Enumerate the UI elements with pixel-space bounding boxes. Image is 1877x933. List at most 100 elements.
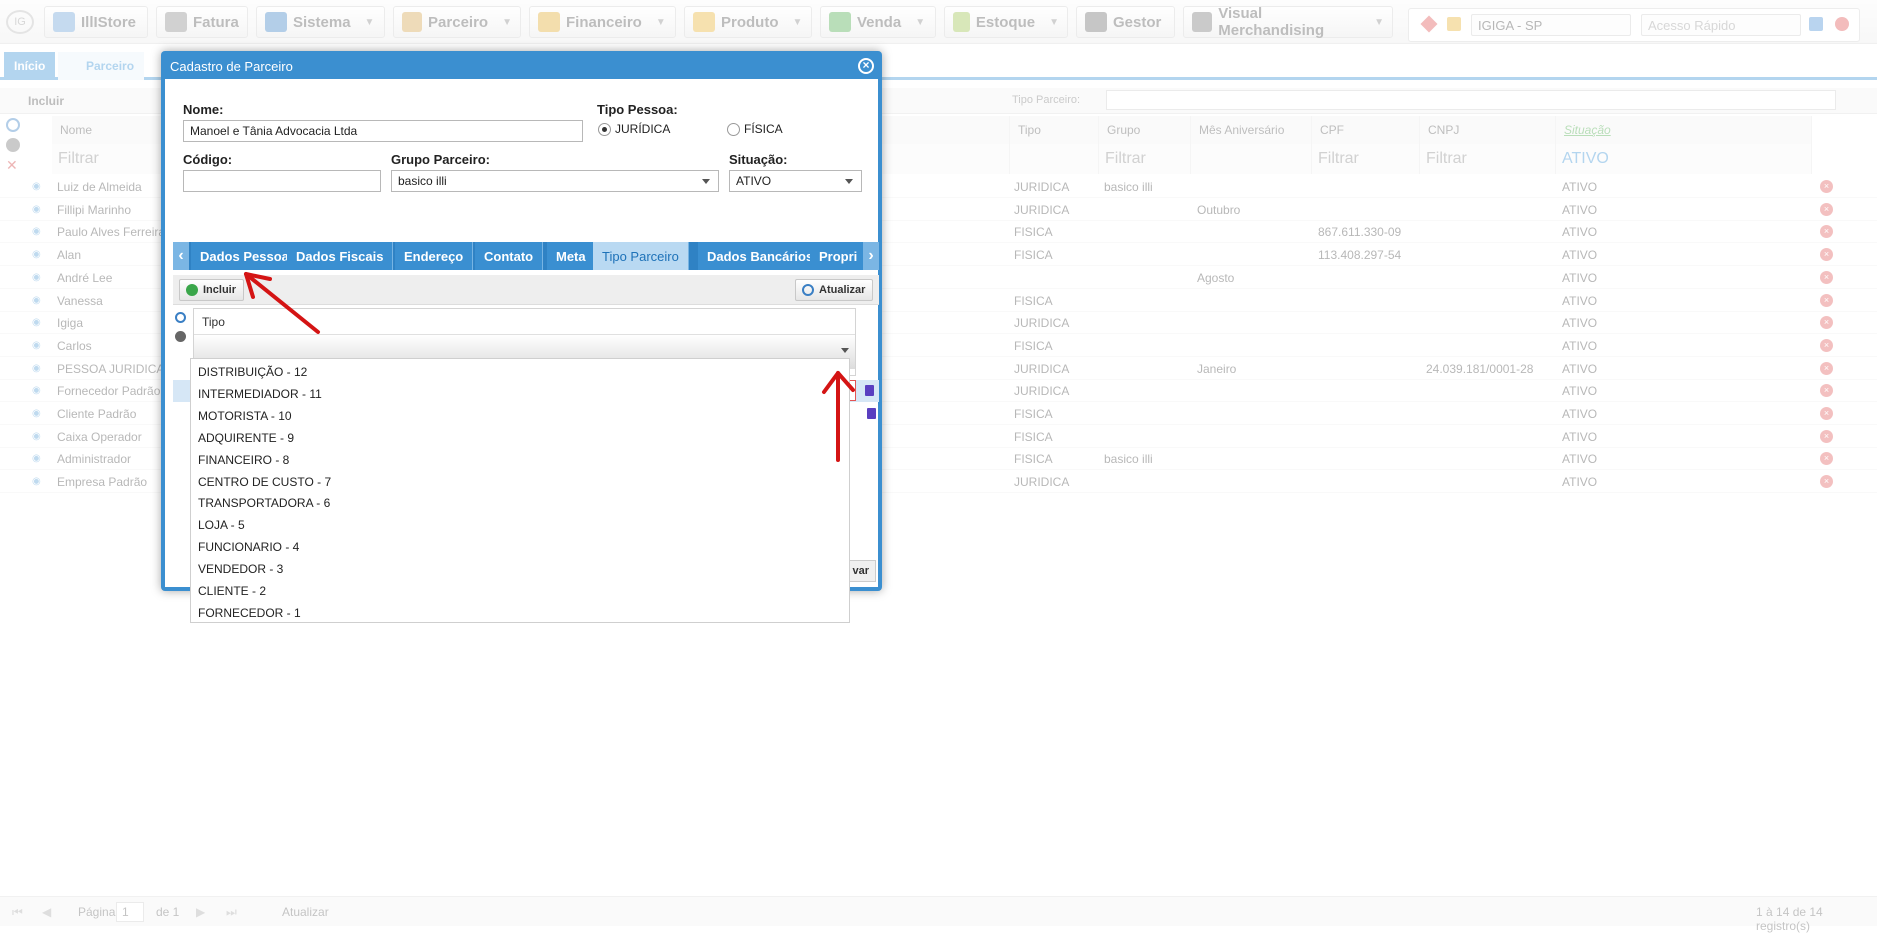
footer-refresh-button[interactable]: Atualizar [282, 905, 329, 919]
menu-1[interactable]: Fatura [156, 6, 248, 38]
tabs-scroll-left-icon[interactable]: ‹ [173, 242, 189, 270]
column-filter[interactable]: Filtrar [1099, 144, 1191, 174]
tab-2[interactable]: Endereço [395, 242, 474, 270]
tab-5[interactable]: Tipo Parceiro [593, 242, 689, 270]
menu-8[interactable]: Gestor [1076, 6, 1175, 38]
view-icon[interactable]: ◉ [32, 363, 42, 374]
menu-0[interactable]: IllIStore [44, 6, 148, 38]
column-header[interactable]: CPF [1312, 116, 1420, 144]
first-page-icon[interactable]: ⏮ [12, 905, 23, 920]
view-icon[interactable]: ◉ [32, 226, 42, 237]
delete-icon[interactable]: × [1820, 293, 1833, 307]
delete-icon[interactable]: × [1820, 270, 1833, 284]
tab-1[interactable]: Dados Fiscais [287, 242, 394, 270]
menu-5[interactable]: Produto ▼ [684, 6, 812, 38]
tabs-scroll-right-icon[interactable]: › [863, 242, 879, 270]
column-filter[interactable] [1010, 144, 1099, 174]
column-filter[interactable]: Filtrar [1312, 144, 1420, 174]
tab-7[interactable]: Propri [810, 242, 868, 270]
tab-3[interactable]: Contato [475, 242, 544, 270]
dropdown-option[interactable]: FINANCEIRO - 8 [198, 453, 289, 467]
view-icon[interactable]: ◉ [32, 431, 42, 442]
trash-icon[interactable] [865, 385, 874, 396]
view-icon[interactable]: ◉ [32, 272, 42, 283]
menu-7[interactable]: Estoque ▼ [944, 6, 1068, 38]
fisica-radio[interactable] [727, 123, 740, 136]
delete-icon[interactable]: × [1820, 248, 1833, 262]
dropdown-option[interactable]: VENDEDOR - 3 [198, 562, 283, 576]
delete-icon[interactable]: × [1820, 361, 1833, 375]
trash-icon[interactable] [867, 408, 876, 419]
delete-icon[interactable]: × [1820, 384, 1833, 398]
atualizar-button[interactable]: Atualizar [795, 279, 874, 301]
incluir-button-bg[interactable]: Incluir [12, 94, 64, 108]
situacao-select[interactable]: ATIVO [729, 170, 862, 192]
column-filter[interactable]: ATIVO [1556, 144, 1812, 174]
menu-6[interactable]: Venda ▼ [820, 6, 936, 38]
view-icon[interactable]: ◉ [32, 317, 42, 328]
juridica-radio[interactable] [598, 123, 611, 136]
view-icon[interactable]: ◉ [32, 340, 42, 351]
power-icon[interactable] [1835, 17, 1849, 31]
tipo-column-header[interactable]: Tipo [194, 309, 855, 335]
dropdown-option[interactable]: TRANSPORTADORA - 6 [198, 496, 330, 510]
view-icon[interactable]: ◉ [32, 181, 42, 192]
column-header[interactable]: Situação [1556, 116, 1812, 144]
incluir-button[interactable]: Incluir [179, 279, 245, 301]
tab-parceiro[interactable]: Parceiro [58, 52, 145, 80]
grupo-parceiro-select[interactable]: basico illi [391, 170, 719, 192]
close-icon[interactable]: × [858, 58, 874, 74]
delete-icon[interactable]: × [1820, 475, 1833, 489]
search-icon[interactable] [6, 118, 20, 132]
delete-icon[interactable]: × [1820, 180, 1833, 193]
clear-filter-icon[interactable]: ✕ [6, 157, 18, 174]
delete-icon[interactable]: × [1820, 407, 1833, 420]
view-icon[interactable]: ◉ [32, 249, 42, 260]
column-header[interactable]: Tipo [1010, 116, 1099, 144]
dropdown-option[interactable]: CLIENTE - 2 [198, 584, 266, 598]
delete-icon[interactable]: × [1820, 338, 1833, 352]
tab-4[interactable]: Meta [547, 242, 596, 270]
pencil-icon[interactable] [1447, 17, 1461, 31]
column-header[interactable]: Mês Aniversário [1191, 116, 1312, 144]
alert-icon[interactable] [1420, 15, 1438, 33]
view-icon[interactable]: ◉ [32, 204, 42, 215]
page-input[interactable]: 1 [116, 902, 144, 922]
message-icon[interactable] [1809, 17, 1823, 31]
view-icon[interactable]: ◉ [32, 453, 42, 464]
delete-icon[interactable]: × [1820, 429, 1833, 443]
dropdown-option[interactable]: CENTRO DE CUSTO - 7 [198, 475, 331, 489]
dropdown-option[interactable]: LOJA - 5 [198, 518, 245, 532]
prev-page-icon[interactable]: ◀ [42, 905, 51, 919]
dropdown-option[interactable]: DISTRIBUIÇÃO - 12 [198, 365, 307, 379]
column-filter[interactable]: Filtrar [1420, 144, 1556, 174]
search-icon[interactable] [175, 312, 186, 323]
menu-4[interactable]: Financeiro ▼ [529, 6, 676, 38]
delete-icon[interactable]: × [1820, 225, 1833, 239]
nome-field[interactable]: Manoel e Tânia Advocacia Ltda [183, 120, 583, 142]
column-header[interactable]: CNPJ [1420, 116, 1556, 144]
delete-icon[interactable]: × [1820, 202, 1833, 216]
dropdown-option[interactable]: ADQUIRENTE - 9 [198, 431, 294, 445]
menu-3[interactable]: Parceiro ▼ [393, 6, 521, 38]
tipo-parceiro-filter-select[interactable] [1106, 90, 1836, 110]
dropdown-option[interactable]: INTERMEDIADOR - 11 [198, 387, 322, 401]
gear-icon[interactable] [175, 331, 186, 342]
column-header[interactable]: Grupo [1099, 116, 1191, 144]
last-page-icon[interactable]: ⏭ [226, 905, 237, 920]
quick-access-input[interactable]: Acesso Rápido [1641, 14, 1801, 36]
menu-9[interactable]: Visual Merchandising ▼ [1183, 5, 1393, 39]
delete-icon[interactable]: × [1820, 452, 1833, 466]
view-icon[interactable]: ◉ [32, 385, 42, 396]
dropdown-option[interactable]: FUNCIONARIO - 4 [198, 540, 299, 554]
gear-icon[interactable] [6, 138, 20, 152]
view-icon[interactable]: ◉ [32, 408, 42, 419]
tab-home[interactable]: Início [4, 52, 56, 80]
dropdown-option[interactable]: FORNECEDOR - 1 [198, 606, 301, 620]
column-filter[interactable] [1191, 144, 1312, 174]
codigo-field[interactable] [183, 170, 381, 192]
view-icon[interactable]: ◉ [32, 295, 42, 306]
delete-icon[interactable]: × [1820, 316, 1833, 330]
view-icon[interactable]: ◉ [32, 476, 42, 487]
dropdown-option[interactable]: MOTORISTA - 10 [198, 409, 292, 423]
